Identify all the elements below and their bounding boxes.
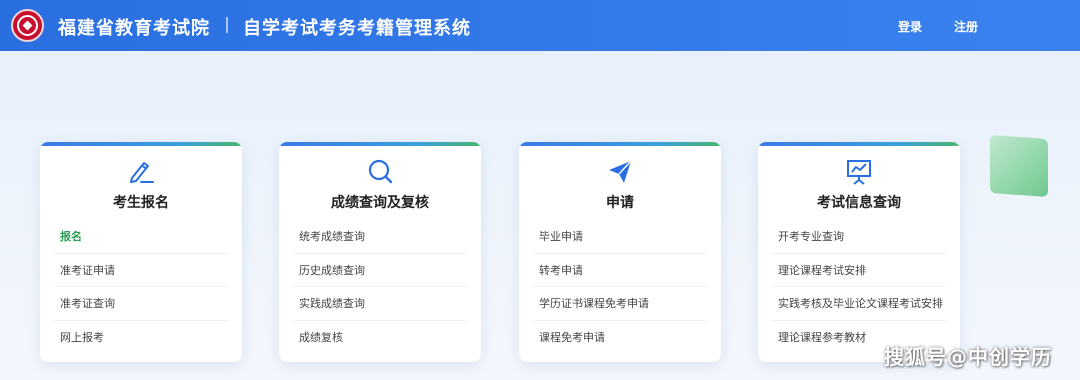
card-top-bar — [279, 142, 481, 146]
card-menu: 毕业申请 转考申请 学历证书课程免考申请 课程免考申请 — [533, 220, 707, 354]
card-title: 成绩查询及复核 — [331, 195, 429, 211]
pencil-icon — [40, 158, 242, 186]
decorative-green-shape — [990, 134, 1048, 198]
login-link[interactable]: 登录 — [898, 18, 922, 35]
menu-item-registration[interactable]: 报名 — [54, 220, 228, 254]
menu-item-score-review[interactable]: 成绩复核 — [293, 321, 467, 355]
card-top-bar — [758, 142, 960, 146]
card-exam-info-query: 考试信息查询 开考专业查询 理论课程考试安排 实践考核及毕业论文课程考试安排 理… — [758, 142, 960, 362]
card-application: 申请 毕业申请 转考申请 学历证书课程免考申请 课程免考申请 — [519, 142, 721, 362]
menu-item-online-exam-signup[interactable]: 网上报考 — [54, 321, 228, 355]
card-title: 考试信息查询 — [817, 195, 901, 211]
card-score-query: 成绩查询及复核 统考成绩查询 历史成绩查询 实践成绩查询 成绩复核 — [279, 142, 481, 362]
card-title: 考生报名 — [113, 195, 169, 211]
register-link[interactable]: 注册 — [954, 18, 978, 35]
menu-item-practice-thesis-schedule[interactable]: 实践考核及毕业论文课程考试安排 — [772, 287, 946, 321]
top-header: 福建省教育考试院 自学考试考务考籍管理系统 登录 注册 — [0, 0, 1080, 51]
watermark-text: 搜狐号@中创学历 — [884, 345, 1052, 369]
menu-item-theory-exam-schedule[interactable]: 理论课程考试安排 — [772, 254, 946, 287]
paper-plane-icon — [519, 158, 721, 186]
card-menu: 报名 准考证申请 准考证查询 网上报考 — [54, 220, 228, 354]
institute-logo — [11, 9, 44, 42]
card-title: 申请 — [606, 195, 634, 211]
search-icon — [279, 158, 481, 186]
menu-item-practice-score-query[interactable]: 实践成绩查询 — [293, 287, 467, 321]
org-name: 福建省教育考试院 — [58, 18, 210, 39]
menu-item-admission-ticket-query[interactable]: 准考证查询 — [54, 287, 228, 321]
menu-item-history-score-query[interactable]: 历史成绩查询 — [293, 254, 467, 287]
card-menu: 统考成绩查询 历史成绩查询 实践成绩查询 成绩复核 — [293, 220, 467, 354]
card-menu: 开考专业查询 理论课程考试安排 实践考核及毕业论文课程考试安排 理论课程参考教材 — [772, 220, 946, 354]
header-divider — [226, 17, 228, 33]
system-name: 自学考试考务考籍管理系统 — [243, 18, 471, 39]
card-top-bar — [40, 142, 242, 146]
card-candidate-registration: 考生报名 报名 准考证申请 准考证查询 网上报考 — [40, 142, 242, 362]
menu-item-open-major-query[interactable]: 开考专业查询 — [772, 220, 946, 254]
presentation-chart-icon — [758, 158, 960, 186]
menu-item-admission-ticket-apply[interactable]: 准考证申请 — [54, 254, 228, 287]
menu-item-graduation-apply[interactable]: 毕业申请 — [533, 220, 707, 254]
menu-item-course-exemption-apply[interactable]: 课程免考申请 — [533, 321, 707, 355]
card-top-bar — [519, 142, 721, 146]
menu-item-unified-score-query[interactable]: 统考成绩查询 — [293, 220, 467, 254]
menu-item-transfer-apply[interactable]: 转考申请 — [533, 254, 707, 287]
menu-item-certificate-exemption-apply[interactable]: 学历证书课程免考申请 — [533, 287, 707, 321]
